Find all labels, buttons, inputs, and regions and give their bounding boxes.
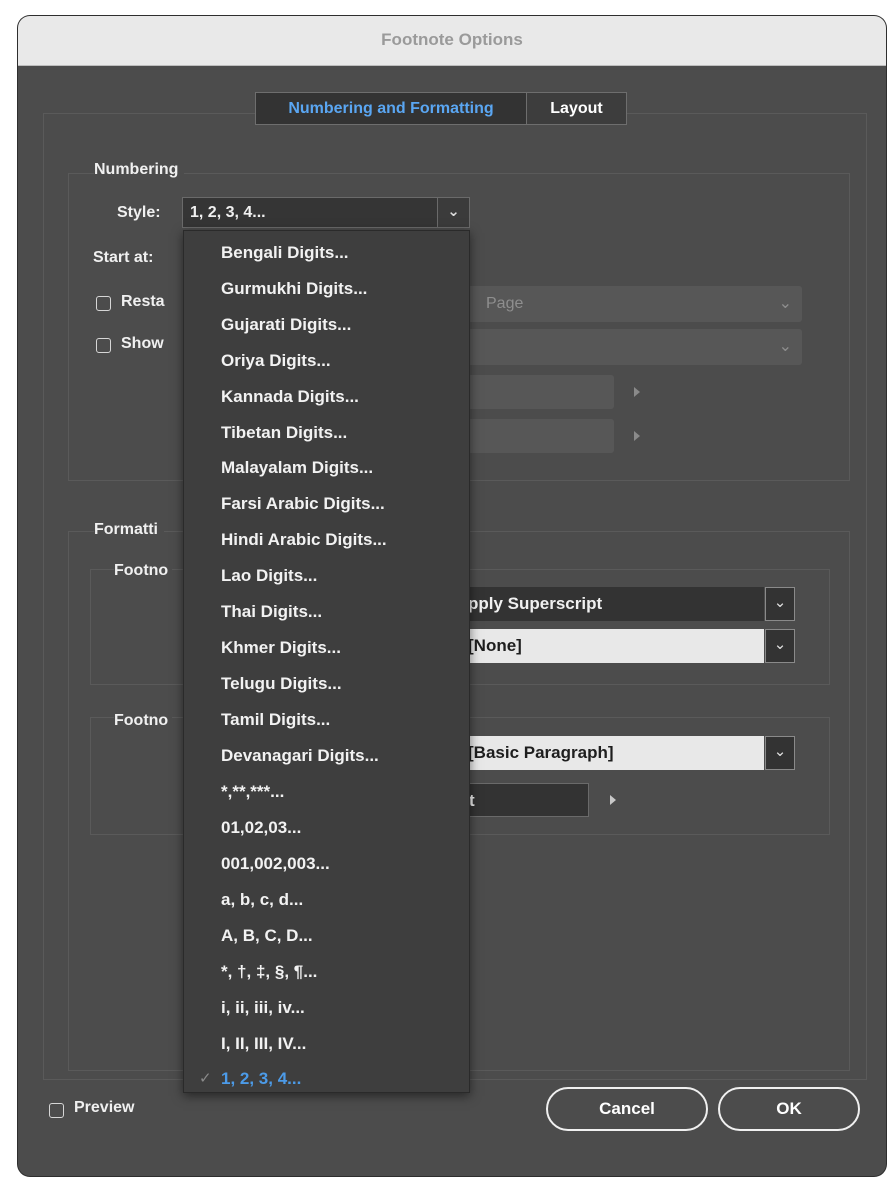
numbering-section-label: Numbering <box>94 161 185 179</box>
menu-item-hindi-arabic-digits[interactable]: Hindi Arabic Digits... <box>221 528 387 552</box>
menu-item-gujarati-digits[interactable]: Gujarati Digits... <box>221 313 351 337</box>
menu-item-farsi-arabic-digits[interactable]: Farsi Arabic Digits... <box>221 492 385 516</box>
menu-item-thai-digits[interactable]: Thai Digits... <box>221 600 322 624</box>
menu-item-lowercase-roman[interactable]: i, ii, iii, iv... <box>221 996 305 1020</box>
prefix-dropdown[interactable]: ⌄ <box>458 329 802 365</box>
checkmark-icon: ✓ <box>199 1070 212 1087</box>
chevron-down-icon: ⌄ <box>778 338 792 355</box>
formatting-section-label: Formatti <box>94 521 164 539</box>
menu-item-symbols[interactable]: *, †, ‡, §, ¶... <box>221 960 317 984</box>
show-prefix-label: Show <box>121 335 164 352</box>
chevron-down-icon[interactable]: ⌄ <box>765 587 795 621</box>
menu-item-tamil-digits[interactable]: Tamil Digits... <box>221 708 330 732</box>
chevron-down-icon[interactable]: ⌄ <box>765 629 795 663</box>
position-value: pply Superscript <box>468 594 603 613</box>
footnote-reference-label: Footno <box>114 562 173 580</box>
tab-layout[interactable]: Layout <box>526 93 626 124</box>
menu-item-uppercase-letters[interactable]: A, B, C, D... <box>221 924 313 948</box>
menu-item-uppercase-roman[interactable]: I, II, III, IV... <box>221 1032 306 1056</box>
menu-item-gurmukhi-digits[interactable]: Gurmukhi Digits... <box>221 277 367 301</box>
triangle-right-icon[interactable] <box>634 387 640 397</box>
menu-item-devanagari-digits[interactable]: Devanagari Digits... <box>221 744 379 768</box>
prefix-field[interactable] <box>458 375 614 409</box>
position-dropdown[interactable]: pply Superscript <box>464 587 764 621</box>
character-style-dropdown[interactable]: [None] <box>464 629 764 663</box>
preview-label: Preview <box>74 1099 135 1116</box>
menu-item-lao-digits[interactable]: Lao Digits... <box>221 564 317 588</box>
suffix-field[interactable] <box>458 419 614 453</box>
triangle-right-icon[interactable] <box>610 795 616 805</box>
menu-item-oriya-digits[interactable]: Oriya Digits... <box>221 349 331 373</box>
style-dropdown-menu: Bengali Digits... Gurmukhi Digits... Guj… <box>183 230 470 1093</box>
menu-item-khmer-digits[interactable]: Khmer Digits... <box>221 636 341 660</box>
menu-item-kannada-digits[interactable]: Kannada Digits... <box>221 385 359 409</box>
restart-every-dropdown[interactable]: Page ⌄ <box>458 286 802 322</box>
restart-label: Resta <box>121 293 165 310</box>
footnote-formatting-label: Footno <box>114 712 173 730</box>
chevron-down-icon: ⌄ <box>778 295 792 312</box>
menu-item-tibetan-digits[interactable]: Tibetan Digits... <box>221 421 347 445</box>
menu-item-malayalam-digits[interactable]: Malayalam Digits... <box>221 456 373 480</box>
chevron-down-icon[interactable]: ⌄ <box>765 736 795 770</box>
triangle-right-icon[interactable] <box>634 431 640 441</box>
dialog-title: Footnote Options <box>381 30 523 49</box>
paragraph-style-dropdown[interactable]: [Basic Paragraph] <box>464 736 764 770</box>
menu-item-bengali-digits[interactable]: Bengali Digits... <box>221 241 349 265</box>
menu-item-001-002-003[interactable]: 001,002,003... <box>221 852 330 876</box>
menu-item-01-02-03[interactable]: 01,02,03... <box>221 816 301 840</box>
menu-item-telugu-digits[interactable]: Telugu Digits... <box>221 672 342 696</box>
tab-numbering-and-formatting[interactable]: Numbering and Formatting <box>256 93 526 124</box>
title-bar: Footnote Options <box>18 16 886 66</box>
restart-every-value: Page <box>486 295 524 312</box>
character-style-value: [None] <box>468 636 522 655</box>
ok-button[interactable]: OK <box>718 1087 860 1131</box>
chevron-down-icon: ⌄ <box>437 198 469 227</box>
menu-item-lowercase-letters[interactable]: a, b, c, d... <box>221 888 303 912</box>
restart-checkbox[interactable] <box>96 296 111 311</box>
menu-item-asterisks[interactable]: *,**,***... <box>221 780 284 804</box>
style-dropdown[interactable]: 1, 2, 3, 4... ⌄ <box>182 197 470 228</box>
tab-bar: Numbering and Formatting Layout <box>255 92 627 125</box>
separator-field[interactable]: t <box>464 783 589 817</box>
style-label: Style: <box>117 204 161 221</box>
cancel-button[interactable]: Cancel <box>546 1087 708 1131</box>
paragraph-style-value: [Basic Paragraph] <box>468 743 614 762</box>
preview-checkbox[interactable] <box>49 1103 64 1118</box>
menu-item-arabic-numerals[interactable]: 1, 2, 3, 4... <box>221 1067 301 1091</box>
show-prefix-checkbox[interactable] <box>96 338 111 353</box>
start-at-label: Start at: <box>93 249 154 266</box>
style-dropdown-value: 1, 2, 3, 4... <box>190 204 266 221</box>
